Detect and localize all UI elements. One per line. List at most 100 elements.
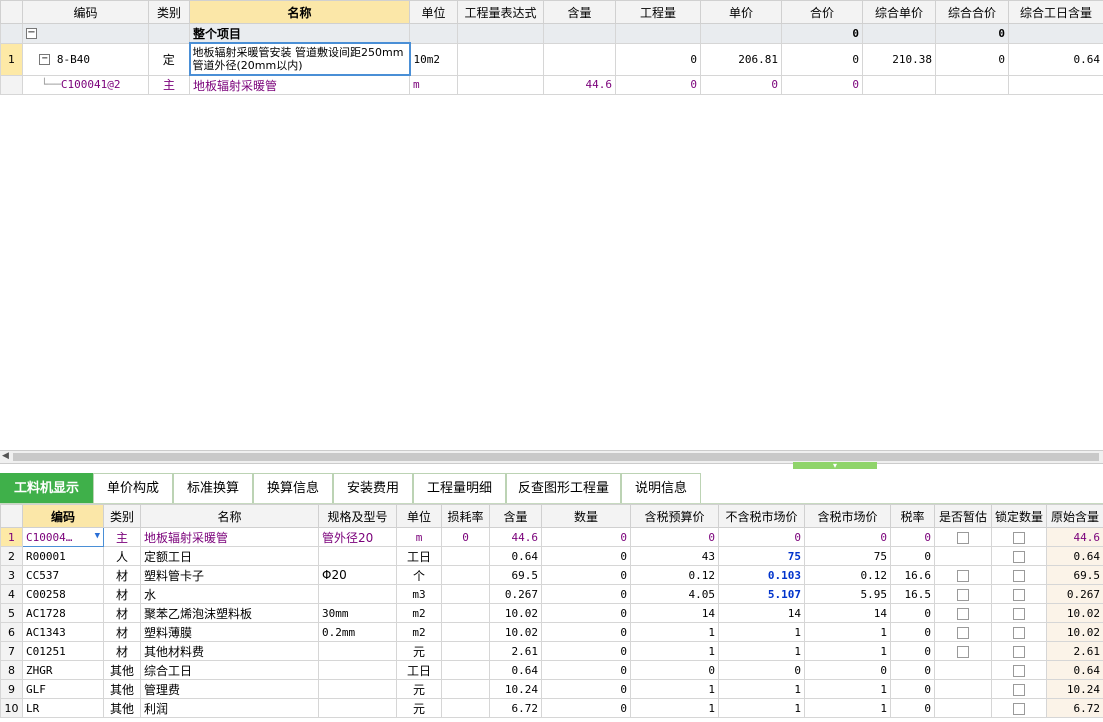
qty-cell[interactable]: 0	[541, 698, 631, 718]
header-code[interactable]: 编码	[22, 504, 104, 528]
header-provisional[interactable]: 是否暂估	[934, 504, 992, 528]
header-content[interactable]: 含量	[543, 0, 616, 24]
row-number[interactable]: 8	[0, 660, 23, 680]
loss-cell[interactable]	[441, 698, 490, 718]
tab-standard-conversion[interactable]: 标准换算	[173, 473, 253, 503]
header-loss-rate[interactable]: 损耗率	[441, 504, 490, 528]
lock-cell[interactable]	[991, 584, 1047, 604]
provisional-checkbox[interactable]	[957, 531, 969, 544]
provisional-checkbox[interactable]	[957, 626, 969, 639]
qty-cell[interactable]: 0	[541, 584, 631, 604]
row-number[interactable]: 7	[0, 641, 23, 661]
lock-cell[interactable]	[991, 698, 1047, 718]
spec-cell[interactable]: 0.2mm	[318, 622, 397, 642]
unit-cell[interactable]: m	[396, 527, 442, 547]
table-row[interactable]: 7 C01251 材 其他材料费 元 2.61 0 1 1 1 0 2.61	[0, 641, 1103, 661]
market-cell[interactable]: 1	[718, 641, 805, 661]
project-group-row[interactable]: − 整个项目 0 0	[0, 23, 1103, 44]
name-cell[interactable]: 塑料薄膜	[140, 622, 319, 642]
dropdown-arrow-icon[interactable]: ▼	[95, 531, 100, 541]
tax-cell[interactable]: 0	[890, 679, 935, 699]
name-cell[interactable]: 其他材料费	[140, 641, 319, 661]
budget-cell[interactable]: 1	[630, 622, 719, 642]
scrollbar-thumb[interactable]	[13, 453, 1099, 461]
name-cell[interactable]: 水	[140, 584, 319, 604]
code-cell[interactable]: AC1343	[22, 622, 104, 642]
loss-cell[interactable]	[441, 546, 490, 566]
header-name[interactable]: 名称	[140, 504, 319, 528]
header-quantity[interactable]: 数量	[541, 504, 631, 528]
type-cell[interactable]: 人	[103, 546, 141, 566]
name-cell[interactable]: 地板辐射采暖管	[140, 527, 319, 547]
market-tax-cell[interactable]: 14	[804, 603, 891, 623]
market-cell[interactable]: 1	[718, 698, 805, 718]
tax-cell[interactable]: 0	[890, 660, 935, 680]
tab-install-cost[interactable]: 安装费用	[333, 473, 413, 503]
type-cell[interactable]: 材	[103, 584, 141, 604]
code-cell[interactable]: C00258	[22, 584, 104, 604]
table-row[interactable]: 2 R00001 人 定额工日 工日 0.64 0 43 75 75 0 0.6…	[0, 546, 1103, 566]
row-number[interactable]: 10	[0, 698, 23, 718]
tax-cell[interactable]: 16.6	[890, 565, 935, 585]
lock-quantity-checkbox[interactable]	[1013, 550, 1025, 563]
header-original-content[interactable]: 原始含量	[1046, 504, 1103, 528]
header-type[interactable]: 类别	[148, 0, 190, 24]
code-cell[interactable]: CC537	[22, 565, 104, 585]
tax-cell[interactable]: 0	[890, 546, 935, 566]
unit-cell[interactable]: 工日	[396, 546, 442, 566]
lock-cell[interactable]	[991, 527, 1047, 547]
tab-conversion-info[interactable]: 换算信息	[253, 473, 333, 503]
row-number[interactable]: 2	[0, 546, 23, 566]
type-cell[interactable]: 材	[103, 565, 141, 585]
provisional-cell[interactable]	[934, 584, 992, 604]
collapse-toggle-icon[interactable]: −	[39, 54, 51, 65]
spec-cell[interactable]	[318, 584, 397, 604]
table-row[interactable]: 3 CC537 材 塑料管卡子 Φ20 个 69.5 0 0.12 0.103 …	[0, 565, 1103, 585]
tax-cell[interactable]: 0	[890, 698, 935, 718]
item-content[interactable]	[543, 42, 616, 76]
name-cell[interactable]: 聚苯乙烯泡沫塑料板	[140, 603, 319, 623]
market-cell[interactable]: 0	[718, 527, 805, 547]
table-row[interactable]: 1 C10004… ▼ 主 地板辐射采暖管 管外径20 m 0 44.6 0 0 …	[0, 527, 1103, 547]
lock-quantity-checkbox[interactable]	[1013, 569, 1025, 582]
header-name[interactable]: 名称	[189, 0, 410, 24]
spec-cell[interactable]: 管外径20	[318, 527, 397, 547]
provisional-checkbox[interactable]	[957, 645, 969, 658]
unit-cell[interactable]: m2	[396, 603, 442, 623]
ratio-cell[interactable]: 10.02	[489, 603, 542, 623]
tab-price-composition[interactable]: 单价构成	[93, 473, 173, 503]
market-cell[interactable]: 14	[718, 603, 805, 623]
row-number[interactable]: 6	[0, 622, 23, 642]
group-type-cell[interactable]	[148, 23, 190, 44]
table-row[interactable]: 9 GLF 其他 管理费 元 10.24 0 1 1 1 0 10.24	[0, 679, 1103, 699]
budget-cell[interactable]: 1	[630, 698, 719, 718]
loss-cell[interactable]	[441, 565, 490, 585]
lock-quantity-checkbox[interactable]	[1013, 607, 1025, 620]
header-workday[interactable]: 综合工日含量	[1008, 0, 1103, 24]
provisional-checkbox[interactable]	[957, 588, 969, 601]
budget-cell[interactable]: 0	[630, 660, 719, 680]
group-code-cell[interactable]: −	[22, 23, 149, 44]
qty-cell[interactable]: 0	[541, 622, 631, 642]
header-unit[interactable]: 单位	[409, 0, 458, 24]
table-row[interactable]: 5 AC1728 材 聚苯乙烯泡沫塑料板 30mm m2 10.02 0 14 …	[0, 603, 1103, 623]
code-cell[interactable]: C01251	[22, 641, 104, 661]
code-cell[interactable]: R00001	[22, 546, 104, 566]
loss-cell[interactable]	[441, 622, 490, 642]
loss-cell[interactable]	[441, 603, 490, 623]
loss-cell[interactable]	[441, 660, 490, 680]
type-cell[interactable]: 材	[103, 603, 141, 623]
provisional-cell[interactable]	[934, 641, 992, 661]
unit-cell[interactable]: 元	[396, 679, 442, 699]
item-quantity[interactable]: 0	[615, 42, 701, 76]
item-expression[interactable]	[457, 42, 544, 76]
spec-cell[interactable]	[318, 698, 397, 718]
lock-quantity-checkbox[interactable]	[1013, 664, 1025, 677]
table-row[interactable]: 6 AC1343 材 塑料薄膜 0.2mm m2 10.02 0 1 1 1 0…	[0, 622, 1103, 642]
group-name[interactable]: 整个项目	[189, 23, 410, 44]
unit-cell[interactable]: m2	[396, 622, 442, 642]
ratio-cell[interactable]: 6.72	[489, 698, 542, 718]
header-market-price-no-tax[interactable]: 不含税市场价	[718, 504, 805, 528]
header-market-price-tax[interactable]: 含税市场价	[804, 504, 891, 528]
header-unit-price[interactable]: 单价	[700, 0, 782, 24]
